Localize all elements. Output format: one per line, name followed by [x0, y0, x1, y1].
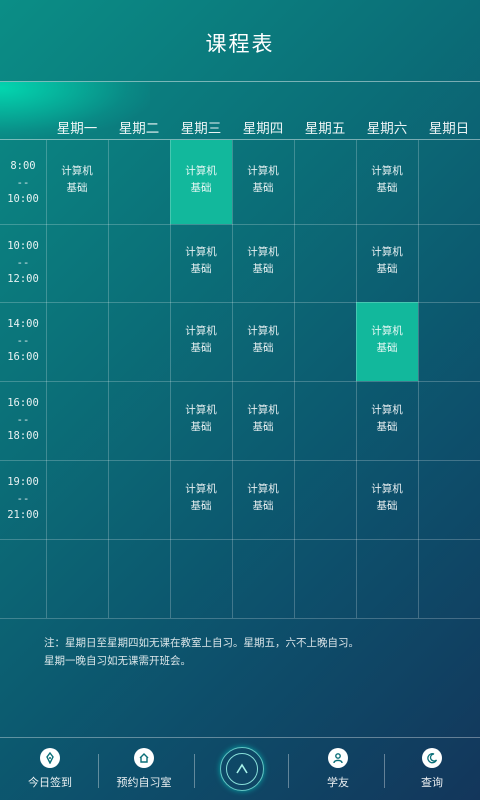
tab-checkin-label: 今日签到: [28, 776, 72, 789]
note-line-1: 注：星期日至星期四如无课在教室上自习。星期五，六不上晚自习。: [44, 637, 359, 649]
tab-separator: [194, 754, 195, 788]
day-header-thu: 星期四: [242, 121, 284, 137]
time-slot-5: 19:00 -- 21:00: [7, 476, 39, 521]
center-action-button[interactable]: [220, 747, 264, 791]
course-cell-sat-4[interactable]: 计算机 基础: [356, 381, 418, 460]
moon-icon: [422, 748, 442, 768]
tab-friends[interactable]: 学友: [290, 748, 386, 790]
course-name: 计算机: [185, 324, 217, 337]
course-name-2: 基础: [66, 182, 88, 194]
course-name-2: 基础: [252, 499, 274, 512]
course-name-2: 基础: [252, 182, 274, 194]
course-name-2: 基础: [252, 341, 274, 354]
day-header-fri: 星期五: [304, 121, 346, 137]
course-name: 计算机: [185, 403, 217, 416]
course-name: 计算机: [61, 165, 93, 177]
course-cell-wed-4[interactable]: 计算机 基础: [170, 381, 232, 460]
grid-row-line: [0, 618, 480, 619]
course-name-2: 基础: [190, 182, 212, 194]
course-cell-wed-1[interactable]: 计算机 基础: [170, 140, 232, 224]
day-header-wed: 星期三: [180, 121, 222, 137]
course-name: 计算机: [185, 246, 217, 258]
course-cell-thu-1[interactable]: 计算机 基础: [232, 140, 294, 224]
course-name-2: 基础: [376, 263, 398, 275]
course-name-2: 基础: [190, 420, 212, 433]
course-cell-thu-2[interactable]: 计算机 基础: [232, 224, 294, 302]
person-icon: [328, 748, 348, 768]
course-name: 计算机: [247, 482, 279, 495]
course-name-2: 基础: [376, 499, 398, 512]
grid-vline: [418, 140, 419, 618]
day-header-tue: 星期二: [118, 121, 160, 137]
course-cell-sat-1[interactable]: 计算机 基础: [356, 140, 418, 224]
course-name: 计算机: [371, 482, 403, 495]
time-slot-2: 10:00 -- 12:00: [7, 240, 39, 285]
course-name-2: 基础: [252, 420, 274, 433]
time-slot-4: 16:00 -- 18:00: [7, 397, 39, 442]
course-cell-mon-1[interactable]: 计算机 基础: [46, 140, 108, 224]
tab-checkin[interactable]: 今日签到: [2, 748, 98, 790]
grid-row-line: [0, 539, 480, 540]
course-cell-thu-4[interactable]: 计算机 基础: [232, 381, 294, 460]
tab-query-label: 查询: [421, 776, 443, 789]
pen-icon: [40, 748, 60, 768]
course-cell-thu-3[interactable]: 计算机 基础: [232, 302, 294, 381]
course-name: 计算机: [247, 165, 279, 177]
course-name-2: 基础: [190, 341, 212, 354]
course-cell-sat-5[interactable]: 计算机 基础: [356, 460, 418, 539]
tab-separator: [288, 754, 289, 788]
home-icon: [134, 748, 154, 768]
course-name-2: 基础: [376, 341, 398, 354]
page-title: 课程表: [205, 32, 275, 56]
course-name-2: 基础: [376, 182, 398, 194]
schedule-note: 注：星期日至星期四如无课在教室上自习。星期五，六不上晚自习。 星期一晚自习如无课…: [44, 634, 464, 670]
day-header-sat: 星期六: [366, 121, 408, 137]
course-name-2: 基础: [190, 499, 212, 512]
course-name: 计算机: [371, 324, 403, 337]
course-name-2: 基础: [376, 420, 398, 433]
course-name: 计算机: [247, 403, 279, 416]
course-cell-sat-3[interactable]: 计算机 基础: [356, 302, 418, 381]
course-cell-wed-5[interactable]: 计算机 基础: [170, 460, 232, 539]
time-slot-1: 8:00 -- 10:00: [7, 160, 39, 205]
note-line-2: 星期一晚自习如无课需开班会。: [44, 655, 191, 667]
course-cell-sat-2[interactable]: 计算机 基础: [356, 224, 418, 302]
course-name-2: 基础: [190, 263, 212, 275]
course-name-2: 基础: [252, 263, 274, 275]
course-name: 计算机: [371, 403, 403, 416]
course-cell-wed-2[interactable]: 计算机 基础: [170, 224, 232, 302]
tab-friends-label: 学友: [327, 776, 349, 789]
course-name: 计算机: [247, 246, 279, 258]
course-name: 计算机: [185, 482, 217, 495]
time-slot-3: 14:00 -- 16:00: [7, 318, 39, 363]
course-name: 计算机: [247, 324, 279, 337]
day-header-sun: 星期日: [428, 121, 470, 137]
grid-vline: [294, 140, 295, 618]
grid-vline: [108, 140, 109, 618]
course-name: 计算机: [185, 165, 217, 177]
course-cell-thu-5[interactable]: 计算机 基础: [232, 460, 294, 539]
course-cell-wed-3[interactable]: 计算机 基础: [170, 302, 232, 381]
day-header-mon: 星期一: [56, 121, 98, 137]
course-name: 计算机: [371, 165, 403, 177]
tab-reserve-label: 预约自习室: [116, 776, 172, 789]
course-name: 计算机: [371, 246, 403, 258]
tab-query[interactable]: 查询: [384, 748, 480, 790]
chevron-up-icon: [226, 753, 258, 785]
tab-reserve-room[interactable]: 预约自习室: [96, 748, 192, 790]
